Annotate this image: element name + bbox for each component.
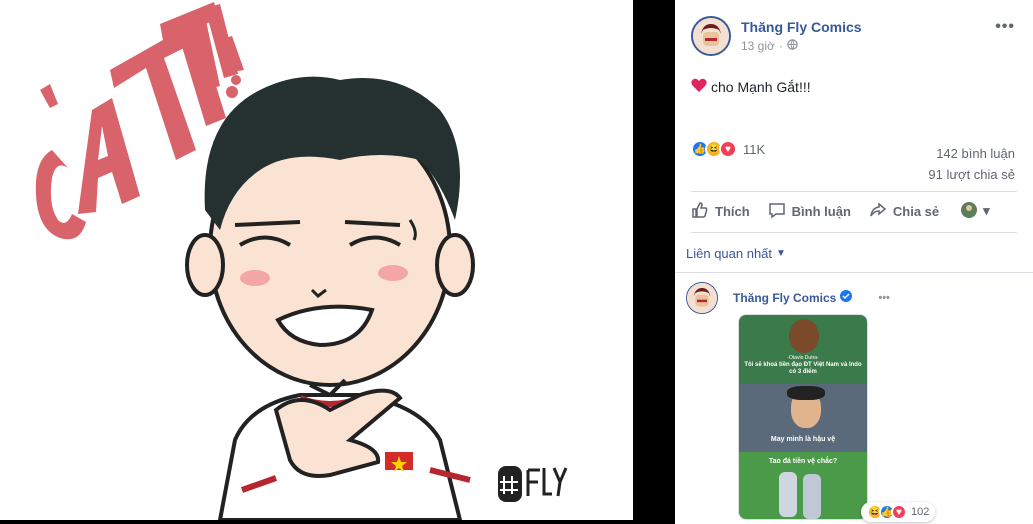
share-button[interactable]: Chia sẻ bbox=[869, 201, 939, 222]
reaction-count[interactable]: 11K bbox=[743, 142, 765, 157]
reactions-summary[interactable]: 👍 😆 ♥ 11K bbox=[691, 140, 765, 158]
post-text: cho Mạnh Gắt!!! bbox=[691, 78, 811, 96]
gif-frame-2: May mình là hậu vệ bbox=[739, 384, 867, 452]
divider bbox=[691, 191, 1017, 192]
comment-more-icon[interactable]: ••• bbox=[878, 292, 890, 304]
post-header: Thăng Fly Comics 13 giờ · bbox=[691, 16, 862, 56]
love-reaction-icon: ♥ bbox=[891, 504, 907, 520]
post-time[interactable]: 13 giờ bbox=[741, 39, 775, 53]
share-icon bbox=[869, 201, 887, 222]
post-stats: 142 bình luận 91 lượt chia sẻ bbox=[928, 143, 1015, 185]
page-name-link[interactable]: Thăng Fly Comics bbox=[741, 19, 862, 35]
more-options-icon[interactable]: ••• bbox=[995, 18, 1015, 36]
chevron-down-icon: ▾ bbox=[983, 203, 990, 218]
love-reaction-icon: ♥ bbox=[719, 140, 737, 158]
separator-dot: · bbox=[778, 39, 783, 53]
comment-reaction-count: 102 bbox=[911, 506, 930, 518]
post-photo[interactable] bbox=[0, 0, 633, 520]
post-caption: cho Mạnh Gắt!!! bbox=[711, 79, 811, 95]
chevron-down-icon: ▼ bbox=[776, 248, 786, 259]
comment-button[interactable]: Bình luận bbox=[768, 201, 851, 222]
divider bbox=[675, 272, 1033, 273]
comment-avatar[interactable] bbox=[686, 282, 718, 314]
shares-count[interactable]: 91 lượt chia sẻ bbox=[928, 164, 1015, 185]
heart-icon bbox=[691, 78, 707, 96]
gif-frame-3: Tao đá tiền vệ chắc? bbox=[739, 452, 867, 519]
like-button[interactable]: Thích bbox=[691, 201, 750, 222]
post-panel: Thăng Fly Comics 13 giờ · ••• cho Mạnh G… bbox=[675, 0, 1033, 524]
post-actions: Thích Bình luận Chia sẻ ▾ bbox=[691, 195, 1017, 227]
page-avatar-small-icon bbox=[961, 201, 978, 221]
verified-badge-icon bbox=[840, 290, 853, 305]
comments-count[interactable]: 142 bình luận bbox=[928, 143, 1015, 164]
thumbs-up-icon bbox=[691, 201, 709, 222]
comment-sort-dropdown[interactable]: Liên quan nhất ▼ bbox=[686, 246, 786, 261]
divider bbox=[691, 232, 1017, 233]
comment-reactions[interactable]: 😆 👍 ♥ 102 bbox=[861, 502, 936, 522]
page-avatar[interactable] bbox=[691, 16, 731, 56]
fly-watermark bbox=[498, 466, 568, 502]
comment-icon bbox=[768, 201, 786, 222]
comment-gif-image[interactable]: -Otavio Dutra- Tôi sẽ khoá tiền đạo ĐT V… bbox=[738, 314, 868, 520]
comment-author-link[interactable]: Thăng Fly Comics bbox=[733, 291, 836, 305]
photo-viewer bbox=[0, 0, 675, 524]
cartoon-character bbox=[185, 76, 475, 520]
globe-icon bbox=[787, 39, 798, 53]
reaction-selector[interactable]: ▾ bbox=[961, 201, 990, 221]
comment-item: Thăng Fly Comics ••• -Otavio Dutra- Tôi … bbox=[686, 282, 936, 522]
gif-frame-1: -Otavio Dutra- Tôi sẽ khoá tiền đạo ĐT V… bbox=[739, 315, 867, 384]
